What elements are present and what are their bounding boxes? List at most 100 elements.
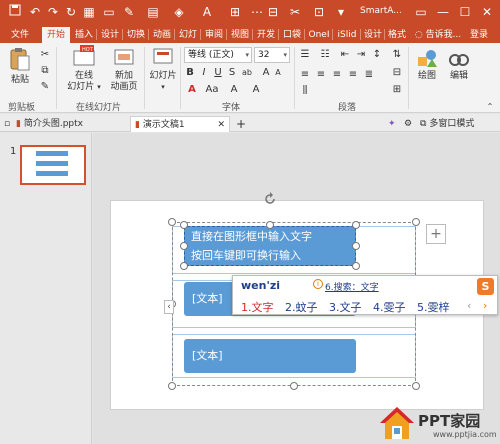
shrink-font-icon[interactable]: A [272, 65, 284, 80]
add-shape-button[interactable]: + [426, 224, 446, 244]
align-center-icon[interactable]: ≡ [314, 67, 328, 82]
line-spacing-icon[interactable]: ↕ [370, 47, 384, 62]
tab-format[interactable]: 格式 [386, 27, 408, 43]
align-icon[interactable]: ⊟ [264, 3, 282, 21]
tab-smartart-design[interactable]: 设计 [362, 27, 384, 43]
fill-icon[interactable]: ◈ [170, 3, 188, 21]
frame-handle[interactable] [168, 218, 176, 226]
save-icon[interactable] [6, 3, 24, 21]
font-name-select[interactable]: 等线 (正文) ▾ [184, 47, 252, 63]
underline-button[interactable]: U [212, 65, 224, 80]
numbering-icon[interactable]: ☷ [318, 47, 332, 62]
tell-me-search[interactable]: ◌ 告诉我... [412, 27, 464, 43]
text-shape-editing[interactable]: 直接在图形框中输入文字 按回车键即可换行输入 [184, 226, 356, 266]
new-animation-page-button[interactable]: 新加 动画页 [106, 45, 142, 93]
tab-transitions[interactable]: 切换 [124, 27, 148, 43]
online-slides-button[interactable]: HOT 在线 幻灯片 ▾ [66, 45, 102, 93]
ime-candidate-4[interactable]: 4.雯子 [373, 299, 406, 315]
text-direction-icon[interactable]: ⇅ [390, 47, 404, 62]
frame-handle[interactable] [290, 382, 298, 390]
tab-home[interactable]: 开始 [42, 27, 70, 43]
tab-developer[interactable]: 开发 [254, 27, 278, 43]
change-case-icon[interactable]: Aa [204, 82, 220, 97]
align-text-icon[interactable]: ⊟ [390, 65, 404, 80]
distributed-icon[interactable]: ≣ [362, 67, 376, 82]
doc-tab-intro[interactable]: ▮ 简介头图.pptx [16, 116, 126, 132]
format-painter-icon[interactable]: ✎ [38, 79, 52, 94]
tab-pocket[interactable]: 口袋 [280, 27, 304, 43]
tab-file[interactable]: 文件 [6, 27, 34, 43]
refresh-icon[interactable]: ↻ [62, 3, 80, 21]
tab-animations[interactable]: 动画 [150, 27, 174, 43]
ime-next-page[interactable]: › [483, 299, 487, 312]
frame-handle[interactable] [168, 382, 176, 390]
resize-handle[interactable] [180, 242, 188, 250]
editing-button[interactable]: 编辑 [444, 47, 474, 82]
ime-candidate-1[interactable]: 1.文字 [241, 299, 274, 315]
slides-button[interactable]: 幻灯片 ▾ [146, 45, 180, 93]
tab-design[interactable]: 设计 [98, 27, 122, 43]
multi-window-button[interactable]: ⧉ 多窗口模式 [420, 116, 500, 132]
text-shape-3[interactable]: [文本] [184, 339, 356, 373]
smartart-convert-icon[interactable]: ⊞ [390, 82, 404, 97]
add-doc-button[interactable]: + [236, 116, 248, 132]
text-pane-toggle[interactable]: ‹ [164, 300, 174, 314]
drawing-button[interactable]: 绘图 [412, 47, 442, 82]
group-icon[interactable]: ⊡ [310, 3, 328, 21]
resize-handle[interactable] [266, 221, 274, 229]
grid-icon[interactable]: ▦ [80, 3, 98, 21]
rotate-handle-icon[interactable] [262, 191, 278, 207]
frame-handle[interactable] [412, 382, 420, 390]
tab-review[interactable]: 审阅 [202, 27, 226, 43]
close-button[interactable]: ✕ [476, 3, 498, 21]
grow-font-icon[interactable]: A [260, 65, 272, 80]
minimize-button[interactable]: — [432, 3, 454, 21]
paste-button[interactable]: 粘贴 [4, 47, 36, 86]
ime-candidate-5[interactable]: 5.雯梓 [417, 299, 450, 315]
decrease-indent-icon[interactable]: ⇤ [338, 47, 352, 62]
settings-icon[interactable]: ✦ [388, 116, 400, 132]
frame-handle[interactable] [412, 218, 420, 226]
sign-in-link[interactable]: 登录 [466, 27, 492, 43]
maximize-button[interactable]: ☐ [454, 3, 476, 21]
cut-icon[interactable]: ✂ [38, 47, 52, 62]
tab-islide[interactable]: iSlid [334, 27, 360, 43]
restore-ribbon-icon[interactable]: ▭ [410, 3, 432, 21]
ime-candidate-2[interactable]: 2.蚊子 [285, 299, 318, 315]
bullets-icon[interactable]: ☰ [298, 47, 312, 62]
slide-thumbnail[interactable] [20, 145, 86, 185]
align-right-icon[interactable]: ≡ [330, 67, 344, 82]
doc-nav-icon[interactable]: ▫ [4, 116, 12, 132]
font-color-icon[interactable]: A [184, 82, 200, 97]
resize-handle[interactable] [352, 221, 360, 229]
arrange-icon[interactable]: ⊞ [226, 3, 244, 21]
ime-candidate-3[interactable]: 3.文子 [329, 299, 362, 315]
strikethrough-button[interactable]: S [226, 65, 238, 80]
tab-view[interactable]: 视图 [228, 27, 252, 43]
shadow-icon[interactable]: A [248, 82, 264, 97]
font-size-select[interactable]: 32 ▾ [254, 47, 290, 63]
doc-tab-presentation1[interactable]: ▮ 演示文稿1 ✕ [130, 116, 230, 132]
increase-indent-icon[interactable]: ⇥ [354, 47, 368, 62]
customize-qat-icon[interactable]: ▾ [332, 3, 350, 21]
undo-icon[interactable]: ↶ [26, 3, 44, 21]
collapse-ribbon-icon[interactable]: ⌃ [484, 99, 496, 114]
tab-slideshow[interactable]: 幻灯 [176, 27, 200, 43]
tab-insert[interactable]: 插入 [72, 27, 96, 43]
resize-handle[interactable] [180, 262, 188, 270]
align-left-icon[interactable]: ≡ [298, 67, 312, 82]
close-doc-icon[interactable]: ✕ [217, 117, 225, 133]
ime-prev-page[interactable]: ‹ [467, 299, 471, 312]
resize-handle[interactable] [352, 262, 360, 270]
columns-icon[interactable]: ⫼ [298, 83, 312, 98]
font-color-icon[interactable]: A [198, 3, 216, 21]
ime-search-option[interactable]: 6.搜索：文字 [325, 280, 379, 293]
shape-icon[interactable]: ▭ [100, 3, 118, 21]
resize-handle[interactable] [180, 221, 188, 229]
redo-icon[interactable]: ↷ [44, 3, 62, 21]
clear-format-icon[interactable]: A [226, 82, 242, 97]
char-spacing-icon[interactable]: ab [240, 65, 254, 80]
cut-icon[interactable]: ✂ [286, 3, 304, 21]
format-painter-icon[interactable]: ▤ [144, 3, 162, 21]
italic-button[interactable]: I [198, 65, 210, 80]
